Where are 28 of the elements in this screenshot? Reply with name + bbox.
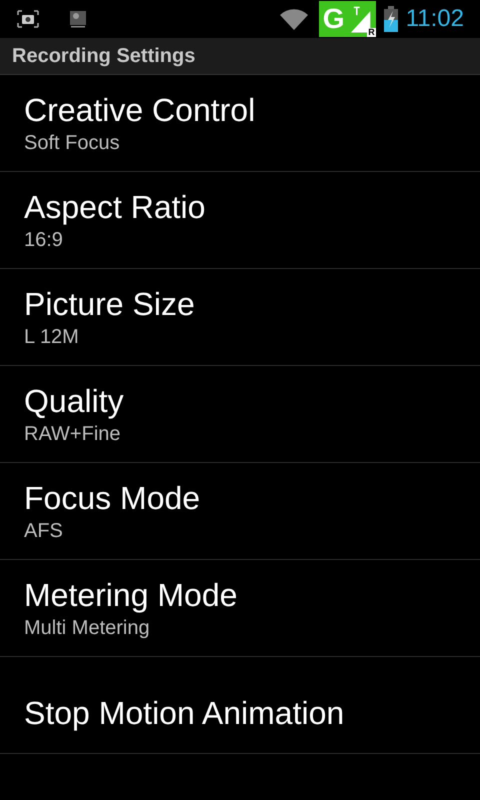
setting-item[interactable]: Quality RAW+Fine: [0, 366, 480, 463]
clock-time: 11:02: [406, 7, 464, 31]
wifi-icon: [278, 8, 309, 30]
setting-item[interactable]: Stop Motion Animation: [0, 657, 480, 754]
image-icon: [68, 9, 88, 29]
setting-summary: L 12M: [24, 325, 79, 350]
setting-title: Metering Mode: [24, 576, 238, 615]
setting-summary: RAW+Fine: [24, 422, 121, 447]
setting-item[interactable]: Picture Size L 12M: [0, 269, 480, 366]
setting-title: Picture Size: [24, 285, 195, 324]
setting-summary: 16:9: [24, 228, 63, 253]
setting-summary: AFS: [24, 519, 63, 544]
camera-icon: [16, 9, 40, 29]
setting-title: Aspect Ratio: [24, 188, 206, 227]
battery-icon: [384, 6, 398, 32]
setting-item[interactable]: Metering Mode Multi Metering: [0, 560, 480, 657]
setting-summary: Soft Focus: [24, 131, 120, 156]
setting-title: Focus Mode: [24, 479, 200, 518]
setting-title: Quality: [24, 382, 124, 421]
setting-item[interactable]: Aspect Ratio 16:9: [0, 172, 480, 269]
setting-title: Stop Motion Animation: [24, 694, 344, 733]
section-title: Recording Settings: [12, 44, 196, 69]
network-type: G: [322, 5, 344, 33]
setting-item[interactable]: Creative Control Soft Focus: [0, 75, 480, 172]
setting-title: Creative Control: [24, 91, 256, 130]
roaming-indicator: R: [367, 28, 376, 37]
setting-item[interactable]: Focus Mode AFS: [0, 463, 480, 560]
setting-summary: Multi Metering: [24, 616, 150, 641]
